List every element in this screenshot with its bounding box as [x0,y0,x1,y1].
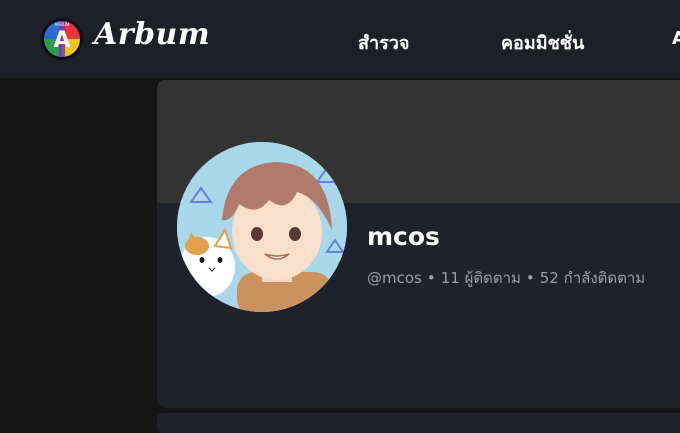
next-section-card [157,413,680,433]
avatar-illustration [177,142,347,312]
nav-commission[interactable]: คอมมิชชั่น [501,28,584,57]
followers-count[interactable]: 11 ผู้ติดตาม [441,269,521,287]
arbum-logo-icon[interactable]: A ARBUM [41,18,83,60]
top-navigation-bar: A ARBUM Arbum สำรวจ คอมมิชชั่น A [0,0,680,78]
profile-card: mcos @mcos • 11 ผู้ติดตาม • 52 กำลังติดตาม [157,80,680,408]
nav-item-truncated[interactable]: A [672,28,680,49]
profile-avatar[interactable] [177,142,347,312]
profile-handle: @mcos [367,269,422,287]
following-count[interactable]: 52 กำลังติดตาม [540,269,645,287]
profile-meta: @mcos • 11 ผู้ติดตาม • 52 กำลังติดตาม [367,266,645,290]
separator-dot: • [525,269,535,287]
nav-explore[interactable]: สำรวจ [358,28,409,57]
svg-text:ARBUM: ARBUM [55,22,70,27]
profile-username: mcos [367,222,440,251]
separator-dot: • [426,269,436,287]
svg-text:A: A [53,28,70,53]
app-name[interactable]: Arbum [94,17,210,52]
